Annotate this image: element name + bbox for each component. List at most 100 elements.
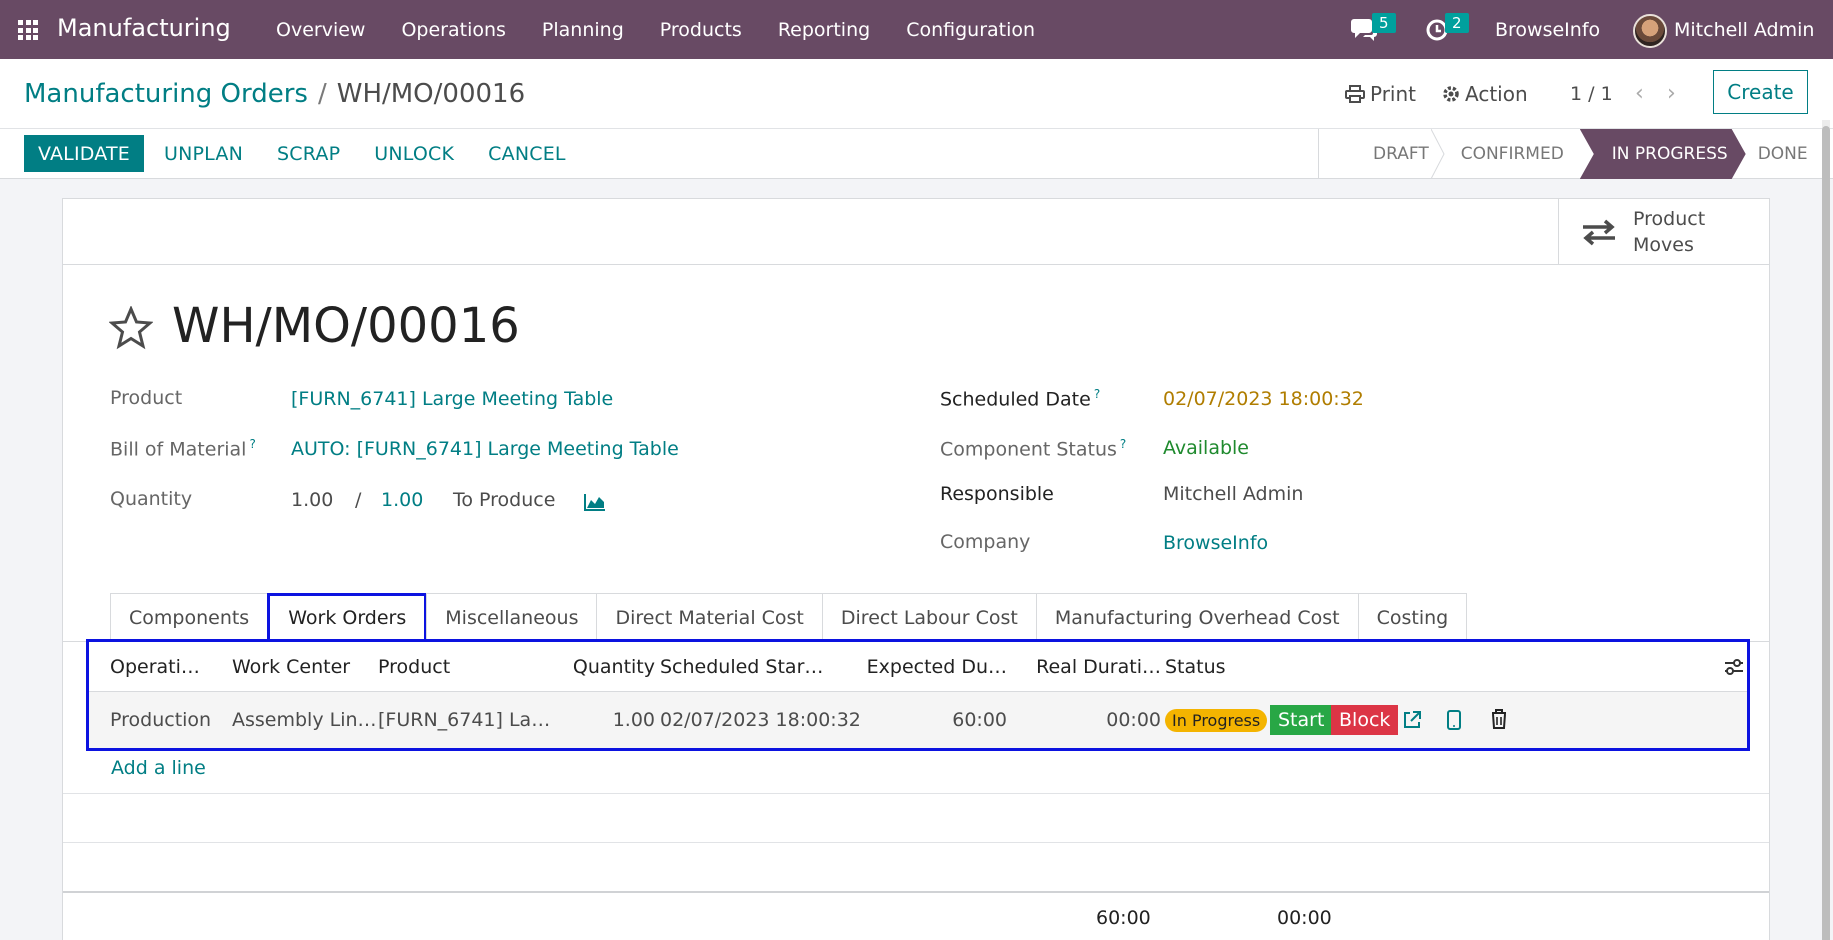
star-icon[interactable] bbox=[109, 306, 153, 350]
column-real-duration[interactable]: Real Durati… bbox=[1019, 642, 1161, 691]
create-button[interactable]: Create bbox=[1713, 70, 1808, 114]
responsible-label: Responsible bbox=[940, 483, 1054, 505]
column-status[interactable]: Status bbox=[1165, 642, 1265, 691]
printer-icon bbox=[1345, 85, 1365, 103]
menu-products[interactable]: Products bbox=[660, 19, 742, 41]
unlock-button[interactable]: UNLOCK bbox=[360, 135, 468, 172]
stage-confirmed[interactable]: CONFIRMED bbox=[1445, 129, 1580, 179]
empty-row-divider bbox=[63, 793, 1769, 794]
column-scheduled-start[interactable]: Scheduled Star… bbox=[660, 642, 860, 691]
user-avatar[interactable] bbox=[1633, 14, 1667, 48]
tablet-icon[interactable] bbox=[1446, 709, 1462, 731]
status-badge: In Progress bbox=[1165, 708, 1268, 732]
work-orders-table: Operati… Work Center Product Quantity Sc… bbox=[86, 639, 1750, 751]
app-name[interactable]: Manufacturing bbox=[57, 14, 231, 42]
product-field[interactable]: [FURN_6741] Large Meeting Table bbox=[291, 388, 613, 410]
validate-button[interactable]: VALIDATE bbox=[24, 135, 144, 172]
column-expected-duration[interactable]: Expected Du… bbox=[849, 642, 1007, 691]
area-chart-icon[interactable] bbox=[583, 492, 607, 512]
stage-draft[interactable]: DRAFT bbox=[1318, 129, 1445, 179]
bom-field[interactable]: AUTO: [FURN_6741] Large Meeting Table bbox=[291, 438, 679, 460]
action-buttons: VALIDATE UNPLAN SCRAP UNLOCK CANCEL bbox=[24, 135, 580, 172]
add-line-link[interactable]: Add a line bbox=[111, 757, 206, 779]
column-operation[interactable]: Operati… bbox=[110, 642, 240, 691]
bom-help-icon[interactable]: ? bbox=[249, 437, 255, 451]
tab-miscellaneous[interactable]: Miscellaneous bbox=[426, 593, 598, 642]
cell-operation: Production bbox=[110, 709, 212, 731]
page-scrollbar[interactable] bbox=[1822, 120, 1830, 940]
print-button[interactable]: Print bbox=[1345, 82, 1416, 106]
total-expected-duration: 60:00 bbox=[1096, 907, 1151, 929]
product-moves-line2: Moves bbox=[1633, 234, 1694, 256]
activities-count-badge: 2 bbox=[1445, 13, 1469, 33]
cancel-button[interactable]: CANCEL bbox=[474, 135, 580, 172]
stage-done[interactable]: DONE bbox=[1746, 129, 1822, 179]
stage-in-progress[interactable]: IN PROGRESS bbox=[1580, 129, 1746, 179]
unplan-button[interactable]: UNPLAN bbox=[150, 135, 257, 172]
company-field[interactable]: BrowseInfo bbox=[1163, 532, 1268, 554]
component-help-icon[interactable]: ? bbox=[1120, 437, 1126, 451]
menu-operations[interactable]: Operations bbox=[401, 19, 505, 41]
cell-scheduled-start: 02/07/2023 18:00:32 bbox=[660, 709, 861, 731]
tab-costing[interactable]: Costing bbox=[1357, 593, 1468, 642]
tab-manufacturing-overhead-cost[interactable]: Manufacturing Overhead Cost bbox=[1035, 593, 1359, 642]
external-link-icon[interactable] bbox=[1401, 709, 1423, 731]
scrollbar-thumb[interactable] bbox=[1822, 126, 1830, 940]
column-work-center[interactable]: Work Center bbox=[232, 642, 392, 691]
print-label: Print bbox=[1370, 82, 1417, 106]
company-label: Company bbox=[940, 531, 1031, 553]
status-bar: DRAFT CONFIRMED IN PROGRESS DONE bbox=[1318, 129, 1822, 179]
scheduled-help-icon[interactable]: ? bbox=[1094, 387, 1100, 401]
start-button[interactable]: Start bbox=[1270, 705, 1333, 735]
tab-components[interactable]: Components bbox=[110, 593, 269, 642]
menu-overview[interactable]: Overview bbox=[276, 19, 365, 41]
optional-columns-icon[interactable] bbox=[1723, 656, 1745, 678]
trash-icon[interactable] bbox=[1489, 708, 1509, 730]
responsible-field[interactable]: Mitchell Admin bbox=[1163, 483, 1303, 505]
quantity-total-field[interactable]: 1.00 bbox=[381, 489, 423, 511]
action-button[interactable]: Action bbox=[1442, 82, 1528, 106]
cell-block: Block bbox=[1331, 692, 1411, 748]
main-menu: Overview Operations Planning Products Re… bbox=[258, 19, 1071, 41]
product-label: Product bbox=[110, 387, 183, 409]
total-real-duration: 00:00 bbox=[1277, 907, 1332, 929]
breadcrumb-current: WH/MO/00016 bbox=[336, 79, 526, 109]
tab-work-orders[interactable]: Work Orders bbox=[267, 593, 428, 642]
cell-status: In Progress bbox=[1165, 692, 1275, 748]
tab-direct-labour-cost[interactable]: Direct Labour Cost bbox=[821, 593, 1037, 642]
breadcrumb: Manufacturing Orders / WH/MO/00016 bbox=[24, 79, 525, 109]
pager-next-icon[interactable]: › bbox=[1667, 81, 1676, 106]
breadcrumb-separator: / bbox=[317, 79, 327, 109]
component-status-label: Component Status? bbox=[940, 437, 1126, 460]
breadcrumb-manufacturing-orders[interactable]: Manufacturing Orders bbox=[24, 79, 308, 109]
pager-previous-icon[interactable]: ‹ bbox=[1635, 81, 1644, 106]
user-menu[interactable]: Mitchell Admin bbox=[1674, 19, 1814, 41]
cell-start: Start bbox=[1270, 692, 1340, 748]
top-navbar: Manufacturing Overview Operations Planni… bbox=[0, 0, 1833, 59]
menu-configuration[interactable]: Configuration bbox=[906, 19, 1035, 41]
component-status-label-text: Component Status bbox=[940, 438, 1117, 461]
menu-reporting[interactable]: Reporting bbox=[778, 19, 870, 41]
menu-planning[interactable]: Planning bbox=[542, 19, 624, 41]
table-row[interactable]: Production Assembly Lin… [FURN_6741] La…… bbox=[89, 692, 1747, 748]
scheduled-date-field[interactable]: 02/07/2023 18:00:32 bbox=[1163, 388, 1364, 410]
scrap-button[interactable]: SCRAP bbox=[263, 135, 354, 172]
block-button[interactable]: Block bbox=[1331, 705, 1399, 735]
product-moves-button[interactable]: Product Moves bbox=[1558, 199, 1770, 265]
stage-confirmed-label: CONFIRMED bbox=[1460, 144, 1564, 164]
scheduled-date-label: Scheduled Date? bbox=[940, 387, 1100, 410]
cell-work-center: Assembly Lin… bbox=[232, 709, 377, 731]
quantity-done-field[interactable]: 1.00 bbox=[291, 489, 333, 511]
to-produce-label: To Produce bbox=[453, 489, 556, 511]
stage-done-label: DONE bbox=[1757, 144, 1808, 164]
action-label: Action bbox=[1465, 82, 1528, 106]
footer-divider bbox=[63, 891, 1769, 893]
column-quantity[interactable]: Quantity bbox=[559, 642, 655, 691]
quantity-separator: / bbox=[355, 489, 362, 511]
apps-grid-icon[interactable] bbox=[18, 20, 38, 40]
company-switcher[interactable]: BrowseInfo bbox=[1495, 19, 1600, 41]
tab-direct-material-cost[interactable]: Direct Material Cost bbox=[596, 593, 823, 642]
cell-expected-duration: 60:00 bbox=[952, 709, 1007, 731]
column-product[interactable]: Product bbox=[378, 642, 538, 691]
pager-value[interactable]: 1 / 1 bbox=[1570, 83, 1613, 105]
